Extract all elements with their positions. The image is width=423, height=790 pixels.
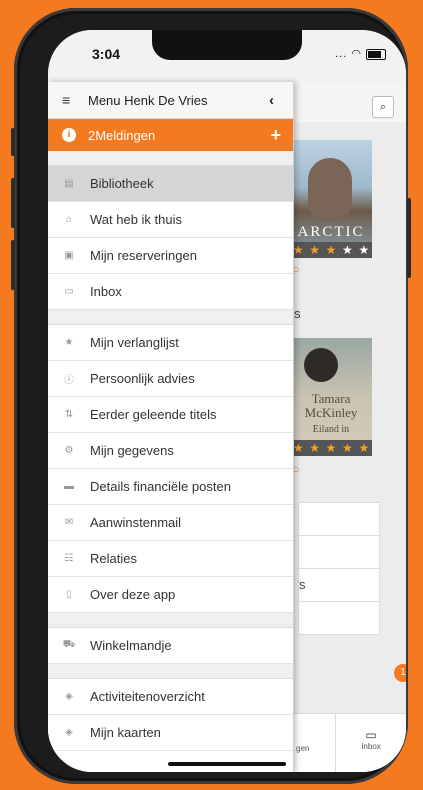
sort-icon: ⇅ [64,409,74,420]
side-menu-drawer: ≡ Menu Henk De Vries ‹ i 2Meldingen + ▤ … [48,82,294,772]
menu-item-label: Mijn kaarten [90,725,161,740]
star-empty-icon: ★ [358,243,370,257]
menu-item-persoonlijk-advies[interactable]: ⓘ Persoonlijk advies [48,361,293,397]
wifi-icon: ◠ [351,48,362,60]
notch [152,30,302,60]
background-row[interactable] [298,502,380,536]
menu-item-mijn-kaarten[interactable]: ◈ Mijn kaarten [48,715,293,751]
ticket-icon: ◈ [65,691,73,702]
home-icon: ⌂ [65,214,73,225]
menu-item-label: Details financiële posten [90,479,231,494]
partial-text: s [294,306,301,321]
menu-item-label: Relaties [90,551,137,566]
menu-item-wat-heb-ik-thuis[interactable]: ⌂ Wat heb ik thuis [48,202,293,238]
menu-item-label: Persoonlijk advies [90,371,195,386]
cards-icon: ◈ [65,727,73,738]
menu-item-label: Activiteitenoverzicht [90,689,205,704]
cover-title: Eiland in [312,424,350,435]
menu-item-activiteitenoverzicht[interactable]: ◈ Activiteitenoverzicht [48,679,293,715]
cover-title: ARCTIC [297,224,365,240]
menu-header: ≡ Menu Henk De Vries ‹ [48,82,293,119]
status-icons: ... ◠ [335,47,386,60]
chevron-left-icon[interactable]: ‹ [269,92,289,109]
notifications-bar[interactable]: i 2Meldingen + [48,119,293,151]
partial-text: s [299,577,306,592]
menu-item-label: Mijn verlanglijst [90,335,179,350]
building-icon: ▤ [64,178,74,189]
menu-item-label: Winkelmandje [90,638,172,653]
menu-item-eerder-geleende-titels[interactable]: ⇅ Eerder geleende titels [48,397,293,433]
volume-up-button [11,178,15,228]
menu-item-label: Aanwinstenmail [90,515,182,530]
rating-stars: ★ ★ ★ ★ ★ [290,440,372,456]
background-row[interactable]: s [298,568,380,602]
menu-item-bibliotheek[interactable]: ▤ Bibliotheek [48,166,293,202]
people-icon: ☷ [64,553,74,564]
gears-icon: ⚙ [64,445,74,456]
mute-switch [11,128,15,156]
tab-inbox-label: Inbox [361,742,381,751]
inbox-badge: 1 [394,664,406,682]
info-icon: i [62,128,76,142]
divider [48,613,293,628]
menu-item-label: Bibliotheek [90,176,154,191]
star-half-icon: ★ [358,441,370,455]
search-icon[interactable]: ⌕ [372,96,394,118]
phone-screen: 3:04 ... ◠ ⌕ ARCTIC ★ ★ ★ ★ ★ ○○ s [48,30,406,772]
menu-item-inbox[interactable]: ▭ Inbox [48,274,293,310]
star-icon: ★ [342,441,353,455]
menu-item-mijn-gegevens[interactable]: ⚙ Mijn gegevens [48,433,293,469]
book-cover[interactable]: ARCTIC ★ ★ ★ ★ ★ [290,140,372,258]
hamburger-icon[interactable]: ≡ [62,92,74,108]
battery-icon [366,48,386,60]
volume-down-button [11,240,15,290]
reservation-icon: ▣ [64,250,74,261]
info-icon: ⓘ [64,375,74,386]
menu-item-details-financiele-posten[interactable]: ▬ Details financiële posten [48,469,293,505]
menu-item-label: Mijn reserveringen [90,248,197,263]
background-row[interactable] [298,601,380,635]
card-icon: ▬ [64,481,74,492]
tab-label[interactable]: gen [296,744,309,753]
rating-stars: ★ ★ ★ ★ ★ [290,242,372,258]
book-cover[interactable]: Tamara McKinley Eiland in ★ ★ ★ ★ ★ [290,338,372,456]
menu-item-label: Over deze app [90,587,176,602]
star-icon: ★ [325,441,337,455]
status-time: 3:04 [92,46,121,62]
menu-item-label: Inbox [90,284,122,299]
star-icon: ★ [64,337,74,348]
inbox-icon: ▭ [365,728,377,742]
cover-figure [308,158,352,218]
cover-author: Tamara McKinley [304,391,358,420]
divider [48,151,293,166]
cover-figure [304,348,338,382]
power-button [407,198,411,278]
star-icon: ★ [309,243,320,257]
mail-icon: ✉ [64,517,74,528]
menu-item-mijn-verlanglijst[interactable]: ★ Mijn verlanglijst [48,325,293,361]
home-indicator[interactable] [168,762,286,766]
menu-item-aanwinstenmail[interactable]: ✉ Aanwinstenmail [48,505,293,541]
divider [48,664,293,679]
star-empty-icon: ★ [342,243,353,257]
menu-item-relaties[interactable]: ☷ Relaties [48,541,293,577]
menu-item-label: Mijn gegevens [90,443,174,458]
phone-icon: ▯ [66,589,72,600]
menu-item-winkelmandje[interactable]: ⛟ Winkelmandje [48,628,293,664]
notifications-label: 2Meldingen [88,127,156,143]
plus-icon[interactable]: + [270,125,281,146]
background-row[interactable] [298,535,380,569]
menu-item-label: Eerder geleende titels [90,407,217,422]
menu-item-over-deze-app[interactable]: ▯ Over deze app [48,577,293,613]
tab-inbox[interactable]: ▭ Inbox [335,714,406,772]
inbox-icon: ▭ [64,286,74,297]
signal-icon: ... [335,48,348,60]
star-icon: ★ [325,243,337,257]
divider [48,310,293,325]
menu-item-mijn-reserveringen[interactable]: ▣ Mijn reserveringen [48,238,293,274]
cart-icon: ⛟ [62,639,76,650]
menu-title: Menu Henk De Vries [88,92,208,108]
star-icon: ★ [309,441,320,455]
menu-item-label: Wat heb ik thuis [90,212,183,227]
